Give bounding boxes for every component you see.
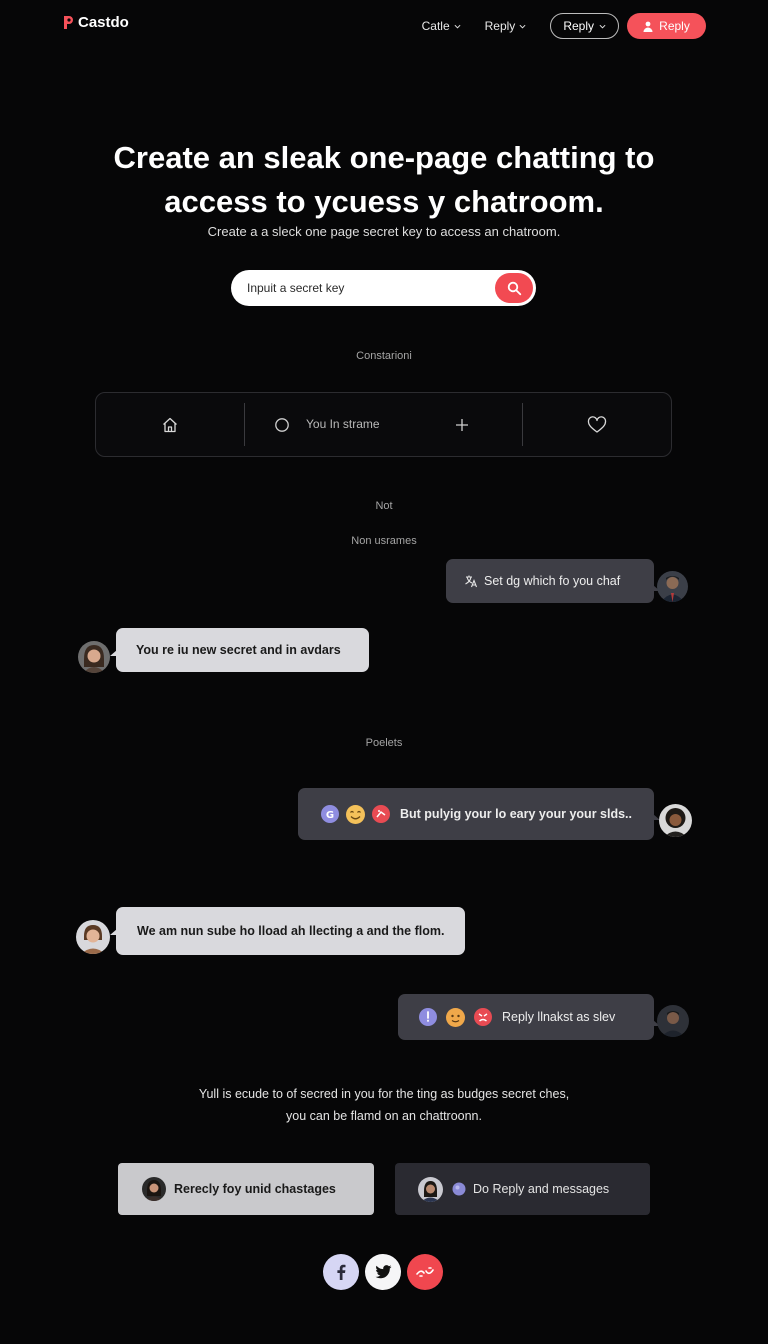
heart-icon	[587, 416, 607, 433]
logo-icon	[64, 16, 73, 29]
button-label: Reply	[659, 19, 690, 33]
footer-line-1: Yull is ecude to of secred in you for th…	[198, 1087, 570, 1101]
add-button[interactable]	[450, 414, 474, 436]
svg-text:G: G	[326, 810, 334, 821]
plus-icon	[456, 419, 468, 431]
toolbar-status-text: You In strame	[306, 417, 380, 431]
avatar[interactable]	[657, 1005, 689, 1037]
avatar[interactable]	[76, 920, 110, 954]
avatar-image	[657, 571, 688, 602]
reaction-icon	[372, 805, 390, 823]
circle-icon	[275, 418, 289, 432]
card-rerecly[interactable]: Rerecly foy unid chastages	[118, 1163, 374, 1215]
section-label-not: Not	[375, 500, 393, 512]
home-button[interactable]	[156, 414, 184, 436]
reply-primary-button[interactable]: Reply	[627, 13, 706, 39]
nav-link-label: Catle	[421, 19, 450, 33]
section-label-posts: Poelets	[365, 737, 403, 749]
badge-icon: G	[321, 805, 339, 823]
message-bubble-outgoing[interactable]: Set dg which fo you chaf	[446, 559, 660, 603]
section-label-usernames: Non usrames	[351, 535, 417, 547]
search-icon	[507, 281, 521, 295]
page-title: Create an sleak one-page chatting to acc…	[0, 136, 768, 224]
message-text: Reply llnakst as slev	[502, 1010, 616, 1024]
avatar-image	[657, 1005, 689, 1037]
avatar[interactable]	[78, 641, 110, 673]
avatar-image	[76, 920, 110, 954]
message-bubble-incoming[interactable]: You re iu new secret and in avdars	[110, 628, 369, 672]
chevron-down-icon	[454, 24, 461, 29]
secret-key-search	[231, 270, 536, 306]
message-bubble-incoming[interactable]: We am nun sube ho lload ah llecting a an…	[110, 907, 465, 955]
secret-key-input[interactable]	[231, 270, 481, 306]
message-text: We am nun sube ho lload ah llecting a an…	[137, 924, 445, 938]
share-button[interactable]	[407, 1254, 443, 1290]
page-subtitle: Create a a sleck one page secret key to …	[207, 224, 561, 239]
nav-link-reply[interactable]: Reply	[485, 19, 527, 33]
footer-line-2: you can be flamd on an chattroonn.	[286, 1109, 482, 1123]
nav-link-label: Reply	[484, 19, 516, 33]
search-button[interactable]	[495, 273, 533, 303]
avatar[interactable]	[657, 571, 688, 602]
brand-name: Castdo	[78, 14, 129, 31]
nav-link-catle[interactable]: Catle	[422, 19, 461, 33]
reply-outline-button[interactable]: Reply	[550, 13, 619, 39]
user-icon	[643, 21, 653, 32]
title-line-1: Create an sleak one-page chatting to	[113, 140, 655, 175]
top-nav: Catle Reply Reply Reply	[422, 13, 706, 39]
dot-icon	[452, 1182, 466, 1196]
avatar	[142, 1177, 166, 1201]
message-text: You re iu new secret and in avdars	[136, 643, 341, 657]
message-text: Set dg which fo you chaf	[484, 574, 621, 588]
avatar-image	[78, 641, 110, 673]
message-text: But pulyig your lo eary your your slds..	[400, 807, 632, 821]
action-toolbar: You In strame	[95, 392, 672, 457]
avatar-image	[659, 804, 692, 837]
twitter-icon	[374, 1265, 391, 1279]
badge-icon	[419, 1008, 437, 1026]
home-icon	[163, 417, 177, 433]
message-bubble-outgoing[interactable]: Reply llnakst as slev	[398, 994, 660, 1040]
twitter-button[interactable]	[365, 1254, 401, 1290]
chevron-down-icon	[599, 24, 606, 29]
facebook-button[interactable]	[323, 1254, 359, 1290]
card-do-reply[interactable]: Do Reply and messages	[395, 1163, 650, 1215]
footer-description: Yull is ecude to of secred in you for th…	[0, 1083, 768, 1127]
button-label: Reply	[563, 19, 594, 33]
share-icon	[416, 1267, 434, 1277]
face-emoji-icon	[446, 1007, 465, 1027]
avatar-image	[142, 1177, 166, 1201]
reaction-icon	[474, 1008, 492, 1026]
avatar-image	[418, 1176, 443, 1202]
card-label: Rerecly foy unid chastages	[174, 1182, 336, 1196]
card-label: Do Reply and messages	[473, 1182, 610, 1196]
smile-emoji-icon	[346, 804, 365, 824]
avatar[interactable]	[659, 804, 692, 837]
avatar	[418, 1176, 443, 1202]
status-button[interactable]	[270, 414, 294, 436]
title-line-2: access to ycuess y chatroom.	[164, 184, 604, 219]
translate-icon	[465, 575, 478, 588]
toolbar-divider	[522, 403, 523, 446]
facebook-icon	[337, 1264, 346, 1280]
toolbar-divider	[244, 403, 245, 446]
chevron-down-icon	[519, 24, 526, 29]
message-bubble-outgoing[interactable]: G But pulyig your lo eary your your slds…	[298, 788, 660, 840]
favorite-button[interactable]	[584, 414, 610, 436]
brand-logo[interactable]: Castdo	[62, 14, 129, 31]
section-label-constarions: Constarioni	[356, 350, 412, 362]
